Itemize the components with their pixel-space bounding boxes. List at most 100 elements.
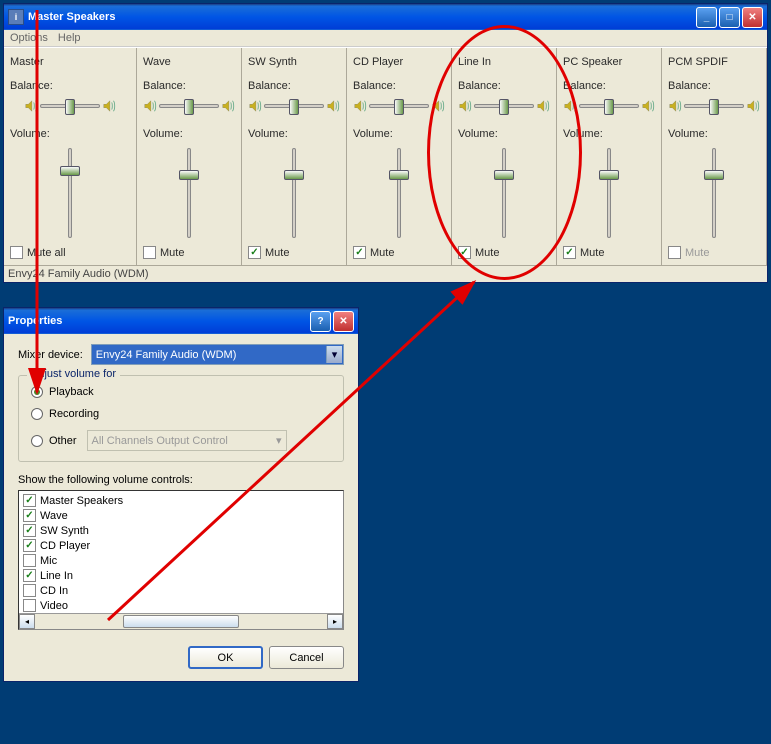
adjust-volume-group: Adjust volume for Playback Recording Oth…: [18, 375, 344, 462]
horizontal-scrollbar[interactable]: ◂ ▸: [19, 613, 343, 629]
volume-thumb[interactable]: [494, 170, 514, 180]
volume-label: Volume:: [143, 128, 235, 140]
control-checkbox[interactable]: ✓: [23, 539, 36, 552]
channel-pc-speaker: PC SpeakerBalance:Volume:✓Mute: [557, 48, 662, 265]
mute-label: Mute: [370, 247, 394, 259]
control-checkbox[interactable]: ✓: [23, 584, 36, 597]
balance-thumb[interactable]: [499, 99, 509, 115]
mute-checkbox[interactable]: ✓: [143, 246, 156, 259]
balance-slider[interactable]: [369, 104, 429, 108]
radio-icon: [31, 408, 43, 420]
chevron-down-icon: ▾: [276, 434, 282, 447]
properties-close-button[interactable]: ✕: [333, 311, 354, 332]
balance-thumb[interactable]: [604, 99, 614, 115]
scroll-left-button[interactable]: ◂: [19, 614, 35, 629]
balance-slider[interactable]: [684, 104, 744, 108]
balance-thumb[interactable]: [184, 99, 194, 115]
control-item[interactable]: ✓ CD In: [21, 583, 341, 598]
volume-label: Volume:: [458, 128, 550, 140]
control-item[interactable]: ✓CD Player: [21, 538, 341, 553]
menu-options[interactable]: Options: [10, 32, 48, 44]
balance-thumb[interactable]: [709, 99, 719, 115]
channel-title: Master: [10, 56, 130, 68]
mixer-device-label: Mixer device:: [18, 349, 83, 361]
control-item[interactable]: ✓ Mic: [21, 553, 341, 568]
control-item-label: Mic: [40, 555, 57, 567]
volume-slider[interactable]: [702, 148, 726, 238]
mute-checkbox[interactable]: ✓: [10, 246, 23, 259]
control-checkbox[interactable]: ✓: [23, 554, 36, 567]
radio-playback[interactable]: Playback: [31, 386, 331, 398]
scroll-track[interactable]: [35, 614, 327, 629]
close-button[interactable]: ✕: [742, 7, 763, 28]
mute-checkbox[interactable]: ✓: [458, 246, 471, 259]
cancel-button[interactable]: Cancel: [269, 646, 344, 669]
volume-thumb[interactable]: [389, 170, 409, 180]
volume-thumb[interactable]: [60, 166, 80, 176]
control-checkbox[interactable]: ✓: [23, 524, 36, 537]
radio-other[interactable]: Other All Channels Output Control ▾: [31, 430, 331, 451]
mixer-window: i Master Speakers _ □ ✕ Options Help Mas…: [3, 3, 768, 283]
balance-thumb[interactable]: [394, 99, 404, 115]
control-item[interactable]: ✓ Line In: [21, 568, 341, 583]
maximize-button[interactable]: □: [719, 7, 740, 28]
volume-thumb[interactable]: [179, 170, 199, 180]
menu-help[interactable]: Help: [58, 32, 81, 44]
properties-titlebar[interactable]: Properties ? ✕: [4, 308, 358, 334]
mixer-titlebar[interactable]: i Master Speakers _ □ ✕: [4, 4, 767, 30]
volume-slider[interactable]: [177, 148, 201, 238]
balance-thumb[interactable]: [289, 99, 299, 115]
control-checkbox[interactable]: ✓: [23, 494, 36, 507]
mixer-device-combo[interactable]: Envy24 Family Audio (WDM) ▾: [91, 344, 344, 365]
volume-slider[interactable]: [597, 148, 621, 238]
channel-title: PC Speaker: [563, 56, 655, 68]
control-item[interactable]: ✓Master Speakers: [21, 493, 341, 508]
control-item-label: Line In: [40, 570, 73, 582]
volume-thumb[interactable]: [284, 170, 304, 180]
channel-pcm-spdif: PCM SPDIFBalance:Volume:✓Mute: [662, 48, 767, 265]
app-icon: i: [8, 9, 24, 25]
volume-slider[interactable]: [492, 148, 516, 238]
balance-slider[interactable]: [579, 104, 639, 108]
scroll-right-button[interactable]: ▸: [327, 614, 343, 629]
controls-listbox[interactable]: ✓Master Speakers✓Wave✓SW Synth✓CD Player…: [18, 490, 344, 630]
volume-label: Volume:: [563, 128, 655, 140]
mute-checkbox[interactable]: ✓: [563, 246, 576, 259]
mute-checkbox[interactable]: ✓: [248, 246, 261, 259]
control-item[interactable]: ✓SW Synth: [21, 523, 341, 538]
balance-thumb[interactable]: [65, 99, 75, 115]
mute-checkbox[interactable]: ✓: [353, 246, 366, 259]
help-button[interactable]: ?: [310, 311, 331, 332]
channel-line-in: Line InBalance:Volume:✓Mute: [452, 48, 557, 265]
minimize-button[interactable]: _: [696, 7, 717, 28]
channel-title: SW Synth: [248, 56, 340, 68]
channel-title: CD Player: [353, 56, 445, 68]
balance-slider[interactable]: [474, 104, 534, 108]
control-item[interactable]: ✓Wave: [21, 508, 341, 523]
balance-slider[interactable]: [40, 104, 100, 108]
scroll-thumb[interactable]: [123, 615, 240, 628]
ok-button[interactable]: OK: [188, 646, 263, 669]
mixer-device-value: Envy24 Family Audio (WDM): [96, 349, 237, 361]
balance-label: Balance:: [353, 80, 445, 92]
mixer-panel: MasterBalance:Volume:✓Mute allWaveBalanc…: [4, 47, 767, 265]
control-checkbox[interactable]: ✓: [23, 509, 36, 522]
properties-dialog: Properties ? ✕ Mixer device: Envy24 Fami…: [3, 307, 359, 682]
balance-label: Balance:: [458, 80, 550, 92]
volume-thumb[interactable]: [599, 170, 619, 180]
balance-slider[interactable]: [159, 104, 219, 108]
volume-slider[interactable]: [58, 148, 82, 238]
volume-thumb[interactable]: [704, 170, 724, 180]
balance-slider[interactable]: [264, 104, 324, 108]
control-checkbox[interactable]: ✓: [23, 569, 36, 582]
volume-slider[interactable]: [387, 148, 411, 238]
volume-slider[interactable]: [282, 148, 306, 238]
volume-label: Volume:: [248, 128, 340, 140]
volume-label: Volume:: [668, 128, 760, 140]
mute-label: Mute: [685, 247, 709, 259]
control-item-label: CD In: [40, 585, 68, 597]
radio-recording[interactable]: Recording: [31, 408, 331, 420]
control-item[interactable]: ✓Video: [21, 598, 341, 613]
radio-recording-label: Recording: [49, 408, 99, 420]
control-checkbox[interactable]: ✓: [23, 599, 36, 612]
